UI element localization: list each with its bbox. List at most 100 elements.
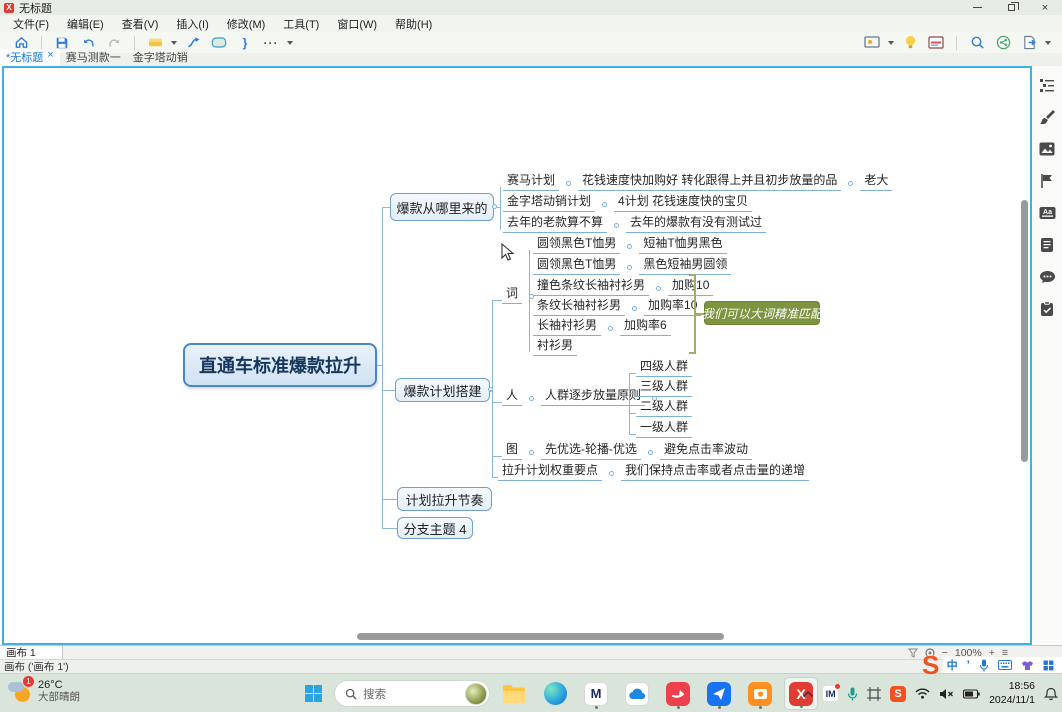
topic[interactable]: 避免点击率波动 bbox=[660, 440, 752, 460]
ime-voice-icon[interactable] bbox=[979, 659, 989, 672]
boundary-icon[interactable] bbox=[210, 35, 228, 51]
presentation-dropdown-caret[interactable] bbox=[888, 41, 894, 45]
export-icon[interactable] bbox=[1020, 35, 1038, 51]
vertical-scrollbar[interactable] bbox=[1021, 200, 1028, 462]
more-tools-button[interactable]: ··· bbox=[262, 35, 280, 51]
tray-sogou-icon[interactable]: S bbox=[890, 686, 906, 702]
topic[interactable]: 圆领黑色T恤男 bbox=[533, 255, 620, 275]
ime-toolbox-icon[interactable] bbox=[1043, 660, 1054, 671]
collapse-dot[interactable] bbox=[529, 450, 534, 455]
ime-skin-icon[interactable] bbox=[1021, 660, 1034, 671]
topic[interactable]: 圆领黑色T恤男 bbox=[533, 234, 620, 254]
tray-snip-icon[interactable] bbox=[867, 687, 881, 701]
notification-bell-icon[interactable] bbox=[1044, 687, 1058, 701]
topic-image[interactable]: 图 bbox=[502, 440, 522, 460]
search-icon[interactable] bbox=[968, 35, 986, 51]
collapse-dot[interactable] bbox=[632, 306, 637, 311]
notes-icon[interactable] bbox=[1039, 236, 1056, 253]
menu-help[interactable]: 帮助(H) bbox=[386, 15, 441, 33]
topic[interactable]: 四级人群 bbox=[636, 357, 692, 377]
topic[interactable]: 去年的爆款有没有测试过 bbox=[626, 213, 766, 233]
start-button[interactable] bbox=[305, 685, 322, 702]
collapse-dot[interactable] bbox=[529, 396, 534, 401]
topic[interactable]: 条纹长袖衬衫男 bbox=[533, 296, 625, 316]
collapse-dot[interactable] bbox=[566, 181, 571, 186]
comments-icon[interactable] bbox=[1039, 268, 1056, 285]
topic-plan-setup[interactable]: 爆款计划搭建 bbox=[395, 378, 490, 402]
presentation-icon[interactable] bbox=[863, 35, 881, 51]
format-brush-icon[interactable] bbox=[1039, 108, 1056, 125]
taskbar-app-im[interactable]: M bbox=[579, 677, 613, 710]
search-daily-image[interactable] bbox=[465, 683, 487, 705]
sogou-logo[interactable]: S bbox=[922, 652, 952, 680]
collapse-dot[interactable] bbox=[848, 181, 853, 186]
tab-close-icon[interactable]: × bbox=[47, 49, 53, 65]
topic[interactable]: 三级人群 bbox=[636, 377, 692, 397]
topic[interactable]: 黑色短袖男圆领 bbox=[639, 255, 731, 275]
collapse-dot[interactable] bbox=[609, 471, 614, 476]
topic[interactable]: 花钱速度快加购好 转化跟得上并且初步放量的品 bbox=[578, 171, 841, 191]
tasks-icon[interactable] bbox=[1039, 300, 1056, 317]
topic[interactable]: 加购率6 bbox=[620, 316, 671, 336]
menu-tools[interactable]: 工具(T) bbox=[274, 15, 328, 33]
outline-icon[interactable] bbox=[1039, 76, 1056, 93]
battery-icon[interactable] bbox=[963, 689, 980, 699]
ime-keyboard-icon[interactable] bbox=[998, 660, 1012, 670]
taskbar-search[interactable]: 搜索 bbox=[334, 680, 490, 707]
ime-punctuation-toggle[interactable]: ’ bbox=[967, 658, 970, 672]
topic[interactable]: 老大 bbox=[860, 171, 892, 191]
topic-where-hot-items-from[interactable]: 爆款从哪里来的 bbox=[390, 193, 494, 221]
topic[interactable]: 赛马计划 bbox=[503, 171, 559, 191]
weather-widget[interactable]: 1 26°C 大部晴朗 bbox=[6, 678, 80, 704]
filter-icon[interactable] bbox=[908, 648, 918, 658]
close-button[interactable]: × bbox=[1028, 0, 1062, 15]
more-dropdown-caret[interactable] bbox=[287, 41, 293, 45]
topic-word[interactable]: 词 bbox=[502, 284, 522, 304]
export-dropdown-caret[interactable] bbox=[1045, 41, 1051, 45]
collapse-dot[interactable] bbox=[627, 244, 632, 249]
share-icon[interactable] bbox=[994, 35, 1012, 51]
tray-expand-chevron[interactable] bbox=[802, 690, 814, 698]
tab-untitled[interactable]: *无标题 × bbox=[0, 49, 60, 66]
mindmap-canvas[interactable]: 直通车标准爆款拉升 爆款从哪里来的 赛马计划 花钱速度快加购好 转化跟得上并且初… bbox=[2, 66, 1032, 645]
taskbar-app-orange[interactable] bbox=[743, 677, 777, 710]
topic[interactable]: 我们保持点击率或者点击量的递增 bbox=[621, 461, 809, 481]
label-icon[interactable]: Aa bbox=[1039, 204, 1056, 221]
horizontal-scrollbar[interactable] bbox=[357, 633, 724, 640]
zen-mode-icon[interactable] bbox=[927, 35, 945, 51]
collapse-dot[interactable] bbox=[648, 450, 653, 455]
tray-im-icon[interactable]: IM bbox=[823, 686, 838, 701]
collapse-dot[interactable] bbox=[656, 286, 661, 291]
tray-clock[interactable]: 18:56 2024/11/1 bbox=[989, 680, 1035, 706]
summary-icon[interactable]: } bbox=[236, 35, 254, 51]
wifi-icon[interactable] bbox=[915, 688, 930, 699]
menu-edit[interactable]: 编辑(E) bbox=[58, 15, 113, 33]
taskbar-app-edge[interactable] bbox=[538, 677, 572, 710]
tab-saima[interactable]: 赛马测款一 bbox=[60, 49, 127, 66]
menu-insert[interactable]: 插入(I) bbox=[167, 15, 217, 33]
collapse-dot[interactable] bbox=[608, 326, 613, 331]
central-topic[interactable]: 直通车标准爆款拉升 bbox=[183, 343, 377, 387]
topic[interactable]: 一级人群 bbox=[636, 418, 692, 438]
tray-mic-icon[interactable] bbox=[847, 687, 858, 701]
topic[interactable]: 先优选-轮播-优选 bbox=[541, 440, 641, 460]
topic[interactable]: 衬衫男 bbox=[533, 336, 577, 356]
topic[interactable]: 二级人群 bbox=[636, 397, 692, 417]
restore-button[interactable] bbox=[994, 0, 1028, 15]
marker-dropdown-caret[interactable] bbox=[171, 41, 177, 45]
topic-people[interactable]: 人 bbox=[502, 386, 522, 406]
menu-modify[interactable]: 修改(M) bbox=[218, 15, 275, 33]
menu-window[interactable]: 窗口(W) bbox=[328, 15, 386, 33]
taskbar-app-blue[interactable] bbox=[702, 677, 736, 710]
collapse-dot[interactable] bbox=[627, 265, 632, 270]
topic[interactable]: 金字塔动销计划 bbox=[503, 192, 595, 212]
topic[interactable]: 撞色条纹长袖衬衫男 bbox=[533, 276, 649, 296]
lightbulb-icon[interactable] bbox=[901, 35, 919, 51]
taskbar-app-explorer[interactable] bbox=[497, 677, 531, 710]
image-icon[interactable] bbox=[1039, 140, 1056, 157]
collapse-dot[interactable] bbox=[614, 223, 619, 228]
taskbar-app-cloud[interactable] bbox=[620, 677, 654, 710]
collapse-dot[interactable] bbox=[602, 202, 607, 207]
taskbar-app-red[interactable] bbox=[661, 677, 695, 710]
menu-file[interactable]: 文件(F) bbox=[4, 15, 58, 33]
